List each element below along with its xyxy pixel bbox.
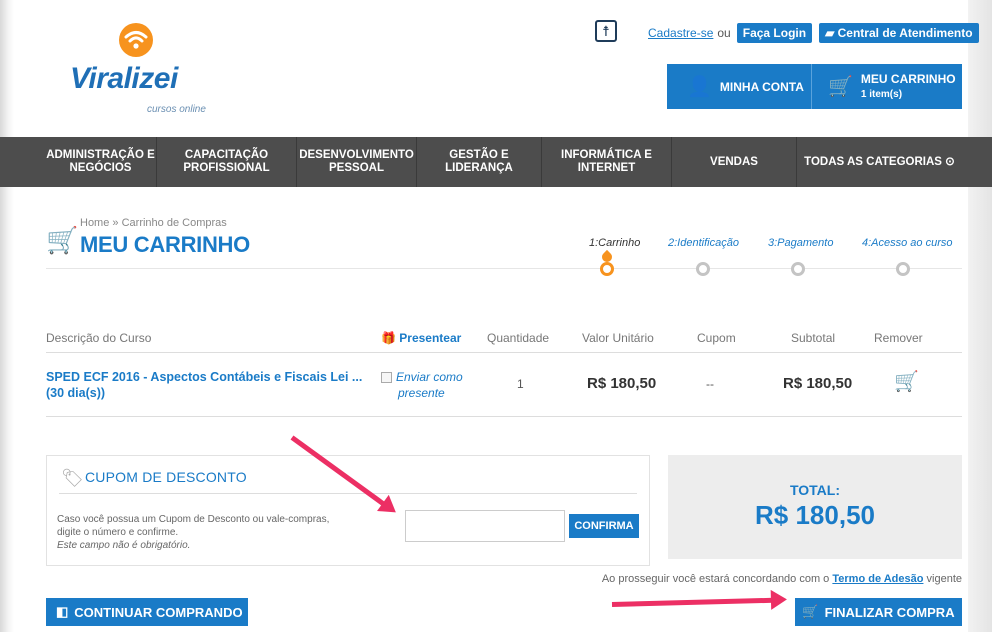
category-nav: ADMINISTRAÇÃO E NEGÓCIOS CAPACITAÇÃO PRO… — [0, 137, 992, 187]
my-cart-label: MEU CARRINHO — [860, 71, 956, 86]
header-gift-label: Presentear — [399, 331, 462, 345]
my-cart-button[interactable]: 🛒 MEU CARRINHO 1 item(s) — [812, 64, 956, 109]
gift-icon: 🎁 — [381, 331, 400, 345]
wifi-logo-icon — [119, 23, 153, 57]
cart-title-icon: 🛒 — [46, 225, 79, 255]
step-dot-1 — [600, 262, 614, 276]
total-panel: TOTAL: R$ 180,50 — [668, 455, 962, 559]
my-account-label: MINHA CONTA — [719, 79, 804, 94]
breadcrumb-home[interactable]: Home — [80, 217, 109, 229]
gift-label: Enviar como presente — [396, 369, 463, 401]
coupon-code-input[interactable] — [405, 510, 565, 542]
header-quantity: Quantidade — [487, 331, 550, 345]
signup-link[interactable]: Cadastre-se — [648, 26, 713, 40]
coupon-description: Caso você possua um Cupom de Desconto ou… — [57, 513, 367, 552]
finish-purchase-label: FINALIZAR COMPRA — [824, 604, 955, 620]
nav-desenvolvimento[interactable]: DESENVOLVIMENTO PESSOAL — [297, 137, 417, 187]
chat-icon: ▰ — [825, 26, 838, 40]
top-links: Cadastre-se ou Faça Login ▰ Central de A… — [648, 23, 979, 43]
or-text: ou — [717, 26, 731, 40]
back-arrow-icon: ◧ — [56, 604, 69, 619]
step-identification: 2:Identificação — [668, 237, 739, 249]
table-row-divider — [46, 416, 962, 417]
annotation-arrow-finish — [611, 597, 778, 607]
coupon-tag-icon: 🏷 — [61, 468, 84, 488]
course-name-link[interactable]: SPED ECF 2016 - Aspectos Contábeis e Fis… — [46, 369, 376, 401]
page-title: MEU CARRINHO — [80, 232, 250, 257]
my-account-button[interactable]: 👤 MINHA CONTA — [667, 64, 812, 109]
nav-capacitacao[interactable]: CAPACITAÇÃO PROFISSIONAL — [157, 137, 297, 187]
step-dot-4 — [896, 262, 910, 276]
coupon-value: -- — [706, 377, 714, 391]
step-dot-3 — [791, 262, 805, 276]
total-value: R$ 180,50 — [755, 500, 875, 530]
nav-admin-negocios[interactable]: ADMINISTRAÇÃO E NEGÓCIOS — [45, 137, 157, 187]
coupon-desc-line1: Caso você possua um Cupom de Desconto ou… — [57, 514, 330, 525]
terms-link[interactable]: Termo de Adesão — [832, 573, 923, 585]
confirm-coupon-button[interactable]: CONFIRMA — [569, 514, 639, 538]
coupon-title: CUPOM DE DESCONTO — [85, 469, 247, 485]
terms-suffix: vigente — [926, 573, 962, 585]
subtotal-value: R$ 180,50 — [783, 375, 853, 392]
header-gift: 🎁 Presentear — [381, 331, 461, 345]
nav-informatica[interactable]: INFORMÁTICA E INTERNET — [542, 137, 672, 187]
coupon-divider — [59, 493, 637, 494]
support-button[interactable]: ▰ Central de Atendimento — [819, 23, 979, 43]
continue-shopping-button[interactable]: ◧ CONTINUAR COMPRANDO — [46, 598, 248, 626]
coupon-panel: 🏷 CUPOM DE DESCONTO Caso você possua um … — [46, 455, 650, 566]
quantity-value: 1 — [517, 377, 524, 391]
header-subtotal: Subtotal — [791, 331, 836, 345]
breadcrumb: Home » Carrinho de Compras — [80, 217, 227, 229]
table-header-divider — [46, 352, 962, 353]
support-label: Central de Atendimento — [837, 26, 973, 40]
page-left-shadow — [0, 0, 14, 632]
cart-icon: 🛒 — [802, 604, 819, 619]
cart-icon: 🛒 — [828, 76, 853, 98]
step-dot-2 — [696, 262, 710, 276]
continue-shopping-label: CONTINUAR COMPRANDO — [74, 604, 243, 620]
breadcrumb-separator: » — [112, 217, 119, 229]
step-payment: 3:Pagamento — [768, 237, 834, 249]
gift-label-line1: Enviar como — [396, 370, 463, 384]
unit-price-value: R$ 180,50 — [587, 375, 657, 392]
nav-vendas[interactable]: VENDAS — [672, 137, 797, 187]
step-access: 4:Acesso ao curso — [862, 237, 953, 249]
terms-prefix: Ao prosseguir você estará concordando co… — [601, 573, 830, 585]
user-icon: 👤 — [687, 76, 712, 98]
finish-purchase-button[interactable]: 🛒 FINALIZAR COMPRA — [795, 598, 962, 626]
header-unit-price: Valor Unitário — [582, 331, 654, 345]
step-cart: 1:Carrinho — [589, 237, 641, 249]
total-label: TOTAL: — [789, 482, 841, 498]
header-remove: Remover — [874, 331, 923, 345]
nav-todas-categorias[interactable]: TODAS AS CATEGORIAS ⊙ — [797, 137, 962, 187]
logo-subtitle: cursos online — [147, 104, 206, 115]
nav-gestao[interactable]: GESTÃO E LIDERANÇA — [417, 137, 542, 187]
cart-count: 1 item(s) — [860, 88, 903, 100]
page-right-strip — [968, 0, 992, 632]
coupon-desc-line3: Este campo não é obrigatório. — [57, 540, 191, 551]
header-coupon: Cupom — [697, 331, 736, 345]
logo-text: Viralizei — [70, 62, 178, 95]
breadcrumb-current: Carrinho de Compras — [121, 217, 227, 229]
coupon-desc-line2: digite o número e confirme. — [57, 527, 179, 538]
accessibility-icon[interactable]: ☨ — [595, 20, 617, 42]
gift-label-line2: presente — [398, 386, 445, 400]
gift-checkbox[interactable] — [381, 372, 392, 383]
title-divider — [46, 268, 962, 269]
header-description: Descrição do Curso — [46, 331, 152, 345]
remove-from-cart-icon[interactable]: 🛒 — [894, 369, 919, 394]
login-button[interactable]: Faça Login — [736, 23, 813, 43]
account-cart-box: 👤 MINHA CONTA 🛒 MEU CARRINHO 1 item(s) — [667, 64, 962, 109]
terms-notice: Ao prosseguir você estará concordando co… — [602, 573, 962, 585]
